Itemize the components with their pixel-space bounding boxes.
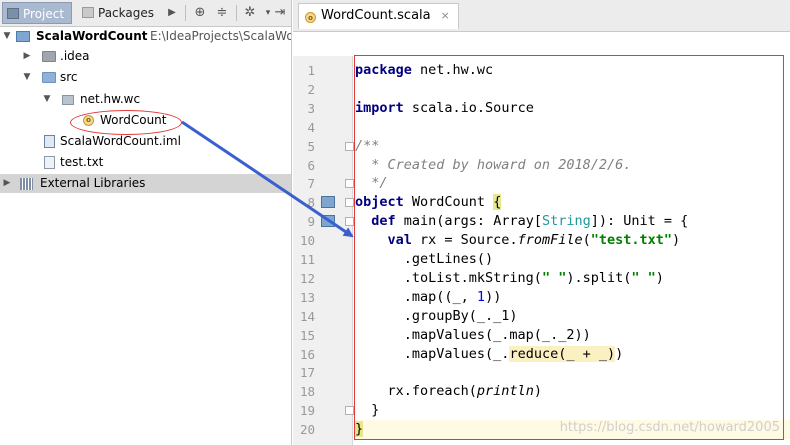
project-icon (7, 8, 19, 19)
tab-project-label: Project (23, 7, 65, 21)
tab-project[interactable]: Project (2, 2, 72, 24)
tree-item-label: ScalaWordCount (36, 29, 148, 43)
code-line: } (355, 402, 380, 419)
source-folder-icon (42, 72, 56, 83)
package-icon (62, 95, 74, 105)
line-number: 9 (307, 214, 315, 230)
tree-item-label: External Libraries (40, 176, 146, 190)
locate-icon[interactable]: ⊕ (190, 3, 210, 23)
tree-item-label: test.txt (60, 155, 104, 169)
tree-item-label: src (60, 70, 78, 84)
close-icon[interactable]: × (441, 9, 450, 22)
line-number: 8 (307, 195, 315, 211)
code-line: .map((_, 1)) (355, 288, 502, 305)
code-line: def main(args: Array[String]): Unit = { (371, 213, 689, 230)
tab-packages[interactable]: Packages (78, 2, 158, 24)
toolbar-divider (185, 5, 186, 21)
iml-file-icon (44, 135, 55, 148)
line-number: 3 (307, 100, 315, 116)
line-number: 19 (299, 403, 315, 419)
code-area[interactable]: package net.hw.wc import scala.io.Source /… (355, 56, 790, 445)
collapse-all-icon[interactable]: ≑ (212, 3, 232, 23)
line-number: 18 (299, 384, 315, 400)
fold-marker-icon[interactable] (345, 406, 354, 416)
line-number: 11 (299, 252, 315, 267)
toolbar-divider (236, 5, 237, 21)
hide-icon[interactable]: ⇥ (270, 3, 290, 23)
code-line: .mapValues(_.map(_._2)) (355, 326, 591, 343)
code-line: .getLines() (355, 251, 494, 267)
gear-icon[interactable]: ✲ (240, 3, 260, 23)
scala-object-icon: o (305, 12, 316, 23)
code-line: object WordCount { (355, 194, 502, 211)
code-line: .groupBy(_._1) (355, 307, 518, 324)
tree-item-module[interactable]: ▼ ScalaWordCount E:\IdeaProjects\ScalaWo (0, 27, 292, 46)
packages-icon (82, 7, 94, 18)
tree-item-label: .idea (60, 49, 90, 63)
tree-item-package[interactable]: ▼ net.hw.wc (0, 90, 291, 109)
code-line: .toList.mkString(" ").split(" ") (355, 269, 664, 286)
module-folder-icon (16, 31, 30, 42)
tree-item-testtxt[interactable]: test.txt (0, 153, 291, 172)
line-number: 2 (307, 81, 315, 97)
folder-icon (42, 51, 56, 62)
line-number: 13 (299, 289, 315, 305)
code-line: * Created by howard on 2018/2/6. (355, 156, 632, 173)
line-number: 14 (299, 308, 315, 324)
chevron-right-icon[interactable]: ▶ (162, 3, 182, 23)
project-panel: Project Packages ▶ ⊕ ≑ ✲ ▾ ⇥ ▼ ScalaWord… (0, 0, 292, 445)
code-line: val rx = Source.fromFile("test.txt") (387, 232, 681, 249)
editor-tab-wordcount[interactable]: o WordCount.scala × (298, 3, 459, 29)
fold-marker-icon[interactable] (345, 179, 354, 189)
line-gutter: 1 2 3 4 5 6 7 8 9 10 11 12 13 14 15 16 17 18 19 20 (293, 56, 354, 445)
object-gutter-icon[interactable] (321, 196, 335, 209)
text-file-icon (44, 156, 55, 169)
code-line: rx.foreach(println) (355, 383, 542, 400)
chevron-down-icon[interactable]: ▼ (22, 68, 32, 87)
line-number: 17 (299, 365, 315, 381)
line-number: 10 (299, 233, 315, 249)
fold-marker-icon[interactable] (345, 198, 354, 208)
run-gutter-icon[interactable] (321, 215, 335, 228)
chevron-down-icon[interactable]: ▼ (2, 27, 12, 46)
library-icon (20, 178, 33, 190)
code-line: /** (355, 137, 380, 154)
line-number: 12 (299, 270, 315, 286)
editor-tab-bar: o WordCount.scala × (293, 0, 790, 32)
tree-item-src[interactable]: ▼ src (0, 68, 291, 87)
highlight-ellipse (70, 110, 182, 135)
code-line: .mapValues(_.reduce(_ + _)) (355, 345, 624, 362)
module-path: E:\IdeaProjects\ScalaWo (150, 29, 292, 43)
line-number: 15 (299, 327, 315, 343)
tab-packages-label: Packages (98, 6, 154, 20)
line-number: 5 (307, 138, 315, 154)
line-number: 6 (307, 157, 315, 173)
editor-tab-label: WordCount.scala (321, 8, 431, 23)
code-line: } (355, 421, 364, 438)
fold-marker-icon[interactable] (345, 141, 354, 151)
line-number: 1 (307, 63, 315, 78)
watermark: https://blog.csdn.net/howard2005 (559, 420, 780, 435)
tree-item-external-libraries[interactable]: ▶ External Libraries (0, 174, 291, 193)
code-editor: o WordCount.scala × 1 2 3 4 5 6 7 8 9 10 11 12 13 14 15 1… (293, 0, 790, 445)
tree-item-iml[interactable]: ScalaWordCount.iml (0, 132, 291, 151)
line-number: 4 (307, 119, 315, 135)
chevron-down-icon[interactable]: ▼ (42, 90, 52, 109)
project-toolbar: Project Packages ▶ ⊕ ≑ ✲ ▾ ⇥ (0, 0, 291, 27)
code-line: package net.hw.wc (355, 62, 494, 78)
tree-item-label: net.hw.wc (80, 92, 141, 106)
code-line: import scala.io.Source (355, 99, 534, 116)
chevron-right-icon[interactable]: ▶ (22, 47, 32, 66)
tree-item-idea[interactable]: ▶ .idea (0, 47, 291, 66)
line-number: 20 (299, 422, 315, 438)
line-number: 7 (307, 176, 315, 192)
fold-marker-icon[interactable] (345, 217, 354, 227)
chevron-right-icon[interactable]: ▶ (2, 174, 12, 193)
line-number: 16 (299, 346, 315, 362)
code-line: */ (355, 175, 388, 192)
